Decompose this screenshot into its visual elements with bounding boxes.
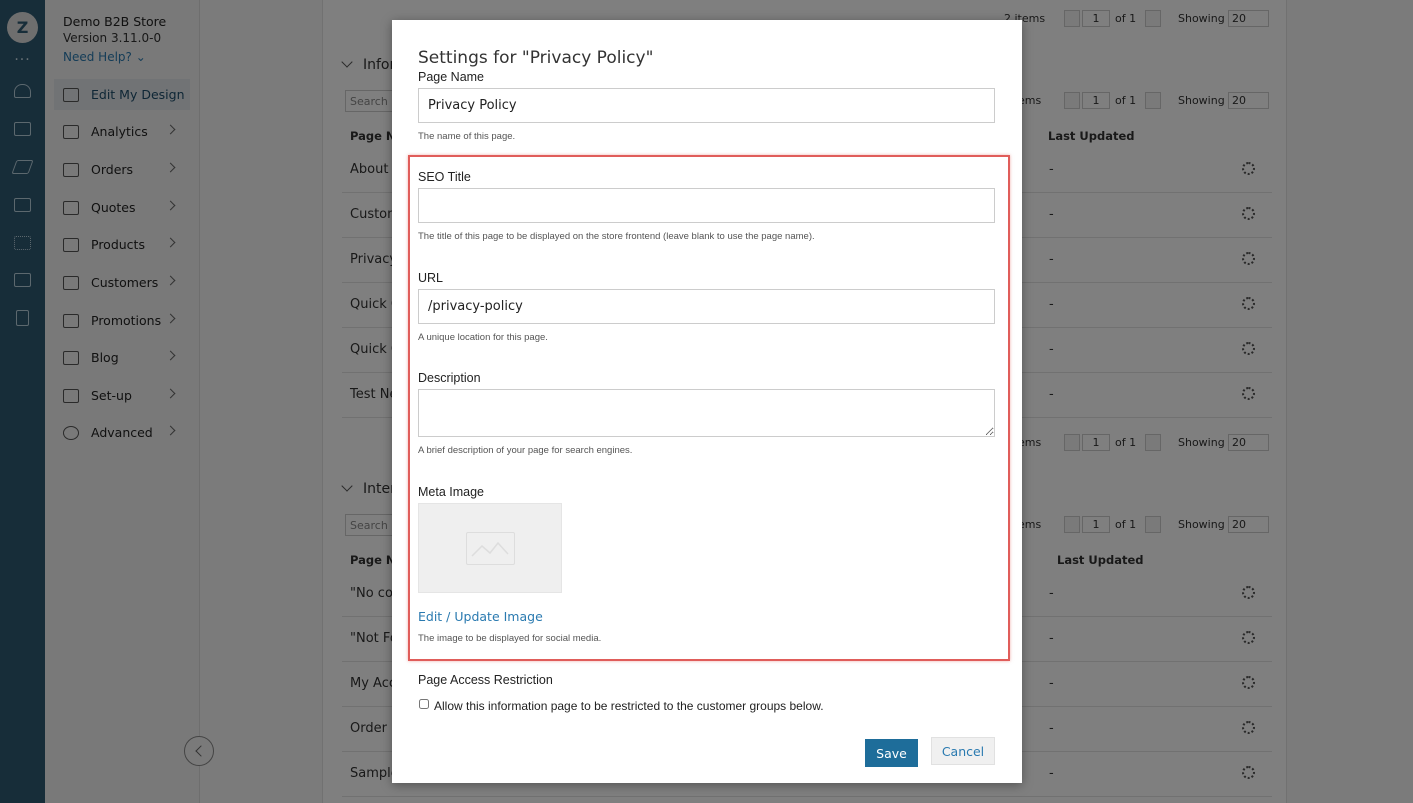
- edit-update-image-link[interactable]: Edit / Update Image: [418, 609, 543, 624]
- page-settings-modal: Settings for "Privacy Policy" Page Name …: [392, 20, 1022, 783]
- page-name-input[interactable]: [418, 88, 995, 123]
- cancel-button[interactable]: Cancel: [931, 737, 995, 765]
- image-placeholder-icon: [466, 532, 515, 565]
- meta-image-help: The image to be displayed for social med…: [418, 633, 602, 644]
- restrict-access-checkbox-label[interactable]: Allow this information page to be restri…: [434, 699, 824, 713]
- seo-title-input[interactable]: [418, 188, 995, 223]
- restrict-access-checkbox[interactable]: [419, 699, 429, 709]
- seo-title-help: The title of this page to be displayed o…: [418, 231, 815, 242]
- meta-image-preview[interactable]: [418, 503, 562, 593]
- meta-image-label: Meta Image: [418, 485, 485, 499]
- description-help: A brief description of your page for sea…: [418, 445, 633, 456]
- page-name-help: The name of this page.: [418, 131, 516, 142]
- page-access-label: Page Access Restriction: [418, 673, 553, 687]
- url-input[interactable]: [418, 289, 995, 324]
- page-name-label: Page Name: [418, 70, 485, 84]
- url-help: A unique location for this page.: [418, 332, 548, 343]
- url-label: URL: [418, 271, 444, 285]
- description-textarea[interactable]: [418, 389, 995, 437]
- seo-title-label: SEO Title: [418, 170, 471, 184]
- save-button[interactable]: Save: [865, 739, 918, 767]
- modal-title: Settings for "Privacy Policy": [418, 48, 654, 68]
- description-label: Description: [418, 371, 481, 385]
